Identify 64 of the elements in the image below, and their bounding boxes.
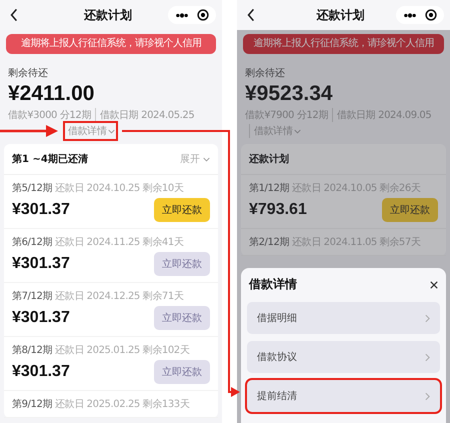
loan-info: 借款¥3000 分12期: [8, 108, 91, 122]
chevron-down-icon: [294, 128, 302, 134]
remaining-amount: ¥2411.00: [8, 82, 94, 106]
due-date: 还款日 2024.12.25 剩余71天: [55, 290, 184, 303]
period-label: 第7/12期: [12, 290, 52, 303]
pay-now-button[interactable]: 立即还款: [382, 198, 438, 222]
pay-now-button[interactable]: 立即还款: [154, 306, 210, 330]
page-title: 还款计划: [84, 6, 132, 24]
period-label: 第5/12期: [12, 182, 52, 195]
target-icon[interactable]: [425, 9, 437, 21]
more-icon[interactable]: [403, 12, 417, 18]
annotation-arrow: [0, 125, 58, 137]
more-icon[interactable]: [175, 12, 189, 18]
period-label: 第1/12期: [249, 182, 290, 195]
due-date: 还款日 2024.10.25 剩余10天: [55, 182, 184, 195]
sheet-menu-item[interactable]: 借款协议: [247, 341, 440, 373]
chevron-right-icon: [425, 352, 430, 362]
page-title: 还款计划: [316, 6, 364, 24]
sheet-title: 借款详情: [249, 276, 297, 293]
installment-amount: ¥301.37: [12, 255, 70, 273]
pay-now-button[interactable]: 立即还款: [154, 198, 210, 222]
loan-info: 借款¥7900 分12期: [245, 108, 328, 122]
installment-amount: ¥301.37: [12, 201, 70, 219]
remaining-label: 剩余待还: [8, 66, 49, 80]
period-label: 第8/12期: [12, 344, 52, 357]
loan-details-link[interactable]: 借款详情: [249, 124, 302, 138]
chevron-right-icon: [425, 314, 430, 322]
sheet-menu-item[interactable]: 借据明细: [247, 302, 440, 334]
installment-amount: ¥793.61: [249, 201, 307, 219]
installment-amount: ¥301.37: [12, 309, 70, 327]
chevron-down-icon: [203, 156, 210, 162]
due-date: 还款日 2024.11.25 剩余41天: [55, 236, 184, 249]
loan-details-link[interactable]: 借款详情: [66, 124, 116, 138]
menu-item-label: 借款协议: [257, 350, 297, 364]
remaining-amount: ¥9523.34: [245, 82, 333, 106]
loan-date: 借款日期 2024.09.05: [332, 108, 432, 122]
sheet-menu-item[interactable]: 提前结清: [247, 380, 440, 412]
chevron-down-icon: [108, 128, 116, 134]
pay-now-button[interactable]: 立即还款: [154, 252, 210, 276]
warning-banner: 逾期将上报人行征信系统，请珍视个人信用: [6, 34, 216, 54]
mini-program-capsule[interactable]: [396, 6, 444, 24]
period-label: 第9/12期: [12, 398, 52, 411]
back-icon[interactable]: [10, 8, 18, 22]
menu-item-label: 提前结清: [257, 390, 297, 403]
plan-header: 还款计划: [249, 152, 289, 166]
warning-banner: 逾期将上报人行征信系统，请珍视个人信用: [243, 34, 444, 54]
close-icon[interactable]: [430, 280, 438, 288]
menu-item-label: 借据明细: [257, 312, 297, 325]
due-date: 还款日 2025.01.25 剩余102天: [55, 344, 190, 357]
back-icon[interactable]: [247, 8, 255, 22]
target-icon[interactable]: [197, 9, 209, 21]
paid-periods-label: 第1 ~4期已还清: [12, 152, 88, 166]
due-date: 还款日 2024.11.05 剩余57天: [292, 236, 420, 249]
installment-amount: ¥301.37: [12, 363, 70, 381]
chevron-right-icon: [425, 392, 430, 400]
due-date: 还款日 2025.02.25 剩余133天: [55, 398, 190, 411]
mini-program-capsule[interactable]: [168, 6, 216, 24]
period-label: 第6/12期: [12, 236, 52, 249]
loan-date: 借款日期 2024.05.25: [94, 108, 194, 122]
remaining-label: 剩余待还: [245, 66, 286, 80]
due-date: 还款日 2024.10.05 剩余26天: [292, 182, 420, 195]
period-label: 第2/12期: [249, 236, 290, 249]
pay-now-button[interactable]: 立即还款: [154, 360, 210, 384]
expand-toggle[interactable]: 展开: [180, 152, 210, 166]
